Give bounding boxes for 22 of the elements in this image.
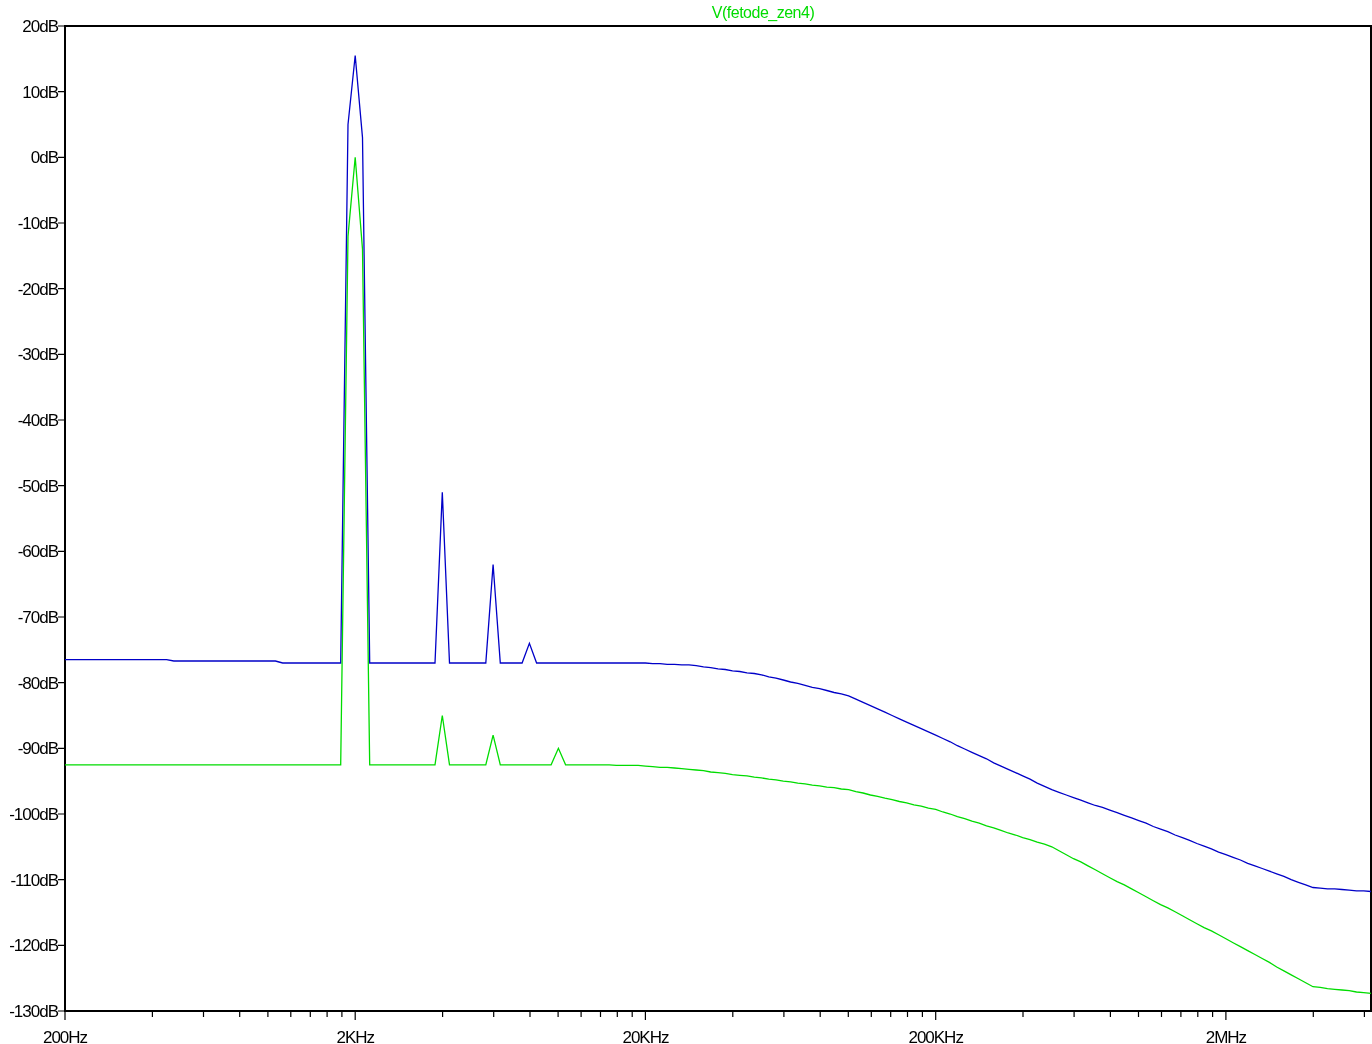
x-axis-label: 2MHz bbox=[1205, 1028, 1247, 1044]
y-axis-label: 0dB bbox=[30, 148, 58, 168]
trace-title[interactable]: V(fetode_zen4) bbox=[711, 4, 815, 21]
y-axis-label: -40dB bbox=[17, 411, 58, 430]
y-axis-label: -30dB bbox=[17, 345, 58, 365]
y-axis-label: -90dB bbox=[17, 739, 58, 759]
y-axis-label: -80dB bbox=[17, 673, 58, 693]
y-axis-label: -100dB bbox=[9, 805, 58, 824]
y-axis-label: 10dB bbox=[22, 82, 58, 102]
y-axis-label: -110dB bbox=[10, 870, 58, 890]
x-axis-label: 20KHz bbox=[622, 1028, 669, 1044]
y-axis-label: -130dB bbox=[9, 1002, 58, 1021]
y-axis-label: -10dB bbox=[17, 214, 58, 233]
x-axis-label: 2KHz bbox=[336, 1028, 374, 1044]
y-axis-label: 20dB bbox=[22, 17, 58, 36]
y-axis-label: -120dB bbox=[9, 936, 58, 956]
x-axis-label: 200Hz bbox=[42, 1028, 88, 1044]
y-axis-label: -60dB bbox=[17, 542, 58, 562]
y-axis-label: -50dB bbox=[17, 476, 58, 496]
y-axis-label: -70dB bbox=[17, 608, 58, 627]
y-axis-label: -20dB bbox=[17, 279, 58, 299]
x-axis-label: 200KHz bbox=[908, 1028, 963, 1044]
